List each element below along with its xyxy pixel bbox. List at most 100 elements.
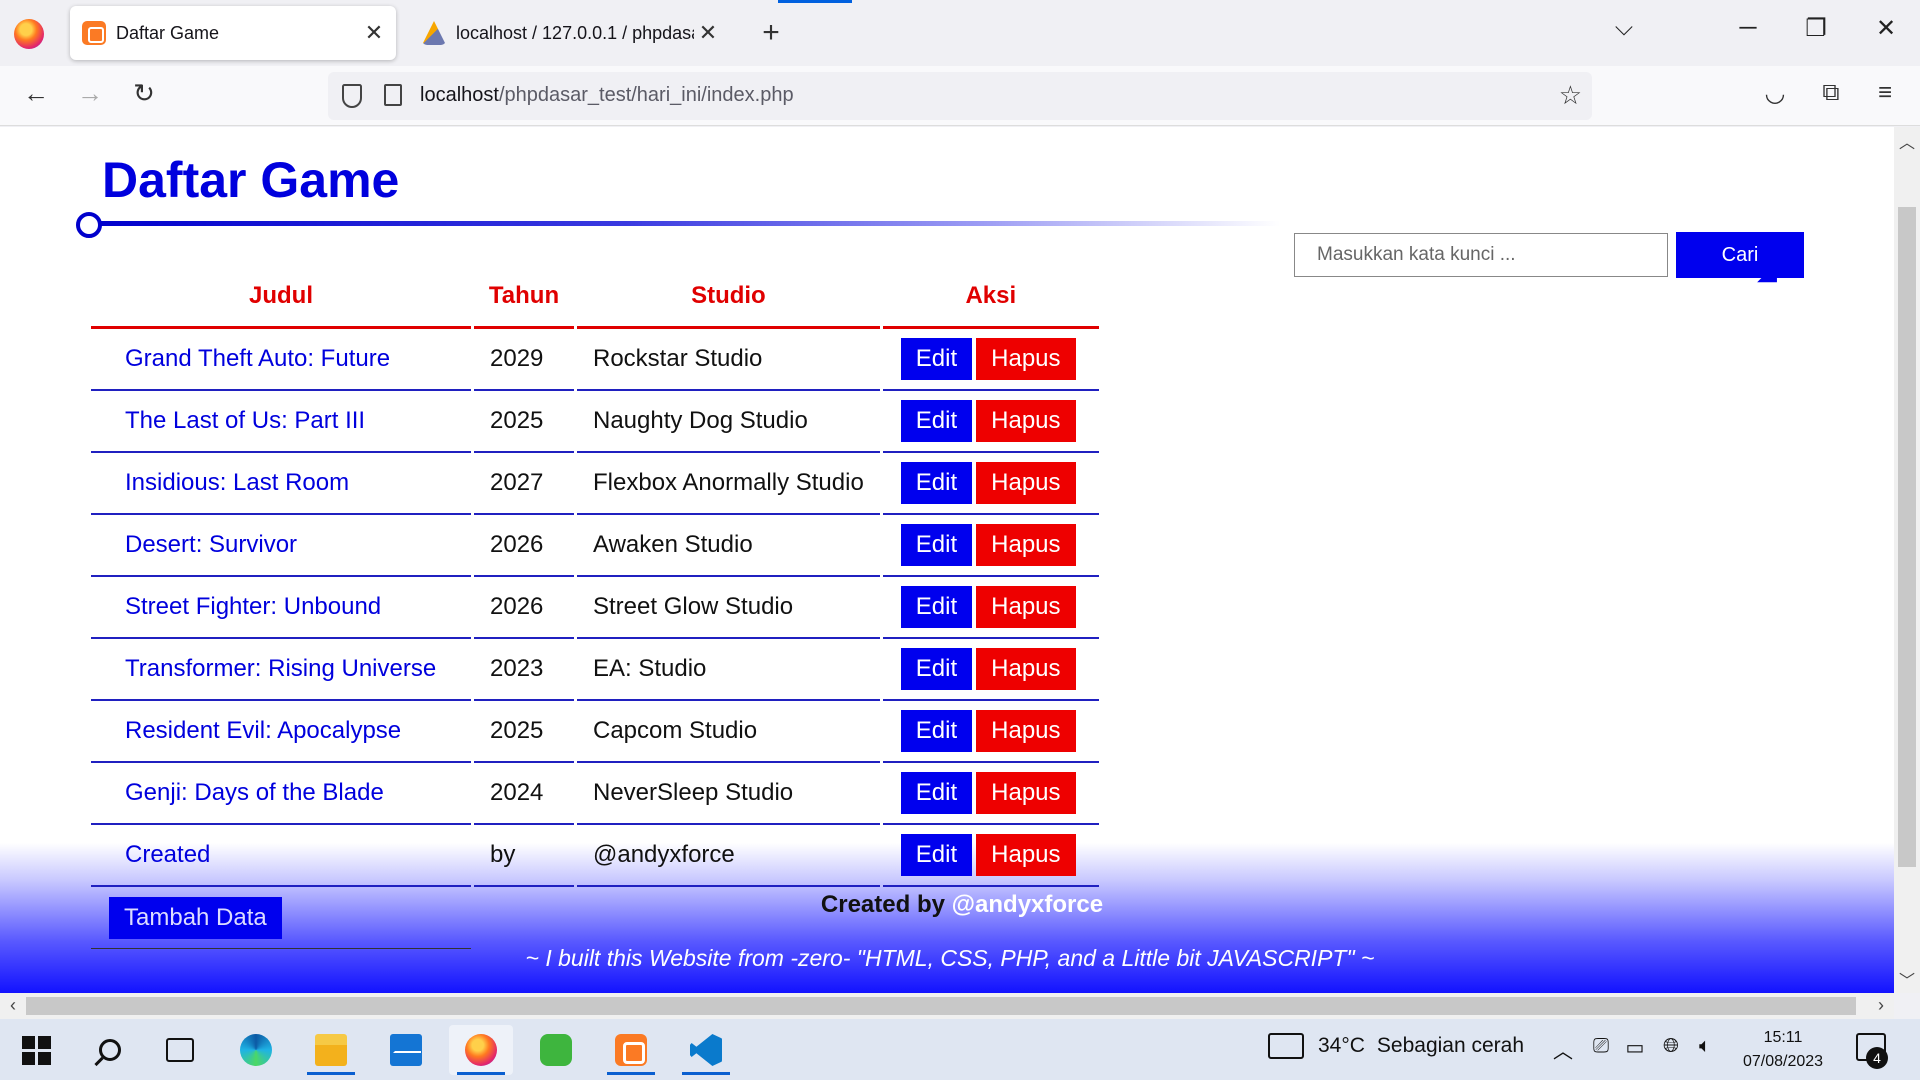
- restore-window-icon[interactable]: ❐: [1796, 14, 1836, 43]
- cell-judul[interactable]: Desert: Survivor: [91, 515, 471, 577]
- volume-speaker-icon[interactable]: 🔈︎: [1690, 1035, 1720, 1058]
- taskbar-mail[interactable]: [374, 1025, 438, 1075]
- game-table: Judul Tahun Studio Aksi Grand Theft Auto…: [88, 265, 1102, 949]
- edit-button[interactable]: Edit: [900, 400, 973, 442]
- horizontal-scroll-thumb[interactable]: [26, 997, 1856, 1015]
- scroll-up-icon[interactable]: ︿: [1894, 129, 1920, 153]
- firefox-menu-icon[interactable]: [14, 19, 44, 49]
- clock[interactable]: 15:11 07/08/2023: [1728, 1026, 1838, 1074]
- cell-aksi: Edit Hapus: [882, 577, 1099, 639]
- new-tab-plus-icon[interactable]: +: [756, 16, 786, 50]
- delete-button[interactable]: Hapus: [976, 400, 1076, 442]
- mic-usage-icon[interactable]: ⎚: [1586, 1035, 1616, 1058]
- cell-judul[interactable]: Street Fighter: Unbound: [91, 577, 471, 639]
- taskbar-tokopedia[interactable]: [524, 1025, 588, 1075]
- edit-button[interactable]: Edit: [900, 338, 973, 380]
- back-arrow-icon[interactable]: ←: [18, 78, 54, 109]
- cell-aksi: Edit Hapus: [882, 391, 1099, 453]
- close-tab-icon[interactable]: ✕: [694, 20, 722, 46]
- task-view-button[interactable]: [148, 1025, 212, 1075]
- table-row: Street Fighter: Unbound 2026 Street Glow S…: [91, 577, 1099, 639]
- footer-credit-handle[interactable]: @andyxforce: [952, 891, 1103, 918]
- cell-studio: Awaken Studio: [577, 515, 880, 577]
- battery-icon[interactable]: ▭: [1620, 1035, 1650, 1060]
- delete-button[interactable]: Hapus: [976, 710, 1076, 752]
- search-taskbar-button[interactable]: [78, 1025, 142, 1075]
- edit-button[interactable]: Edit: [900, 648, 973, 690]
- edit-button[interactable]: Edit: [900, 524, 973, 566]
- cell-studio: @andyxforce: [577, 825, 880, 887]
- tab-daftar-game[interactable]: Daftar Game ✕: [70, 6, 396, 60]
- vertical-scrollbar[interactable]: ︿ ﹀: [1894, 127, 1920, 993]
- delete-button[interactable]: Hapus: [976, 462, 1076, 504]
- taskbar-firefox[interactable]: [449, 1025, 513, 1075]
- cell-studio: Capcom Studio: [577, 701, 880, 763]
- edit-button[interactable]: Edit: [900, 462, 973, 504]
- scroll-left-icon[interactable]: ‹: [0, 995, 26, 1016]
- cell-judul[interactable]: Created: [91, 825, 471, 887]
- address-bar[interactable]: localhost/phpdasar_test/hari_ini/index.p…: [328, 72, 1592, 120]
- taskbar-file-explorer[interactable]: [299, 1025, 363, 1075]
- horizontal-scrollbar[interactable]: ‹ ›: [0, 993, 1894, 1019]
- extensions-puzzle-icon[interactable]: ⧉: [1814, 79, 1848, 107]
- minimize-window-icon[interactable]: ─: [1728, 14, 1768, 42]
- tracking-protection-shield-icon[interactable]: [342, 84, 362, 108]
- show-hidden-icons-chevron-up-icon[interactable]: ︿: [1548, 1035, 1578, 1064]
- url-path: /phpdasar_test/hari_ini/index.php: [498, 84, 794, 106]
- cell-tahun: 2023: [474, 639, 574, 701]
- windows-logo-icon: [21, 1035, 51, 1065]
- column-header-tahun: Tahun: [474, 265, 574, 329]
- network-globe-icon[interactable]: 🌐︎: [1656, 1035, 1686, 1058]
- close-window-icon[interactable]: ✕: [1866, 14, 1906, 43]
- forward-arrow-icon[interactable]: →: [72, 78, 108, 109]
- delete-button[interactable]: Hapus: [976, 524, 1076, 566]
- table-row: Insidious: Last Room 2027 Flexbox Anormall…: [91, 453, 1099, 515]
- scroll-right-icon[interactable]: ›: [1868, 995, 1894, 1016]
- vertical-scroll-thumb[interactable]: [1898, 207, 1916, 867]
- edit-button[interactable]: Edit: [900, 772, 973, 814]
- start-button[interactable]: [4, 1025, 68, 1075]
- cell-aksi: Edit Hapus: [882, 639, 1099, 701]
- taskbar-xampp[interactable]: [599, 1025, 663, 1075]
- cell-tahun: 2025: [474, 391, 574, 453]
- url-host: localhost: [420, 84, 499, 106]
- edit-button[interactable]: Edit: [900, 834, 973, 876]
- clock-date: 07/08/2023: [1742, 1053, 1824, 1070]
- vscode-icon: [690, 1034, 722, 1066]
- search-input[interactable]: [1294, 233, 1668, 277]
- weather-widget[interactable]: 34°C Sebagian cerah: [1268, 1033, 1524, 1059]
- edit-button[interactable]: Edit: [900, 586, 973, 628]
- cell-judul[interactable]: Resident Evil: Apocalypse: [91, 701, 471, 763]
- cell-studio: EA: Studio: [577, 639, 880, 701]
- bookmark-star-icon[interactable]: ☆: [1559, 80, 1582, 111]
- url-text[interactable]: localhost/phpdasar_test/hari_ini/index.p…: [420, 84, 794, 107]
- tab-phpmyadmin[interactable]: localhost / 127.0.0.1 / phpdasar ✕: [410, 6, 730, 60]
- delete-button[interactable]: Hapus: [976, 338, 1076, 380]
- list-all-tabs-chevron-down-icon[interactable]: ⌵: [1604, 14, 1644, 42]
- cell-judul[interactable]: The Last of Us: Part III: [91, 391, 471, 453]
- page-info-icon[interactable]: [384, 84, 402, 106]
- hamburger-menu-icon[interactable]: ≡: [1868, 79, 1902, 107]
- delete-button[interactable]: Hapus: [976, 834, 1076, 876]
- taskbar-vscode[interactable]: [674, 1025, 738, 1075]
- table-row: Genji: Days of the Blade 2024 NeverSleep S…: [91, 763, 1099, 825]
- cell-judul[interactable]: Transformer: Rising Universe: [91, 639, 471, 701]
- search-button[interactable]: Cari: [1676, 232, 1804, 278]
- browser-tab-bar: Daftar Game ✕ localhost / 127.0.0.1 / ph…: [0, 0, 1920, 66]
- table-row: Created by @andyxforce Edit Hapus: [91, 825, 1099, 887]
- edit-button[interactable]: Edit: [900, 710, 973, 752]
- taskbar-edge[interactable]: [224, 1025, 288, 1075]
- delete-button[interactable]: Hapus: [976, 586, 1076, 628]
- close-tab-icon[interactable]: ✕: [360, 20, 388, 46]
- cell-judul[interactable]: Insidious: Last Room: [91, 453, 471, 515]
- cell-tahun: by: [474, 825, 574, 887]
- delete-button[interactable]: Hapus: [976, 648, 1076, 690]
- cell-judul[interactable]: Genji: Days of the Blade: [91, 763, 471, 825]
- pocket-icon[interactable]: ◡: [1758, 79, 1792, 108]
- column-header-judul: Judul: [91, 265, 471, 329]
- delete-button[interactable]: Hapus: [976, 772, 1076, 814]
- cell-judul[interactable]: Grand Theft Auto: Future: [91, 329, 471, 391]
- reload-icon[interactable]: ↻: [126, 78, 162, 109]
- table-row: Desert: Survivor 2026 Awaken Studio Edit Hap…: [91, 515, 1099, 577]
- scroll-down-icon[interactable]: ﹀: [1894, 967, 1920, 991]
